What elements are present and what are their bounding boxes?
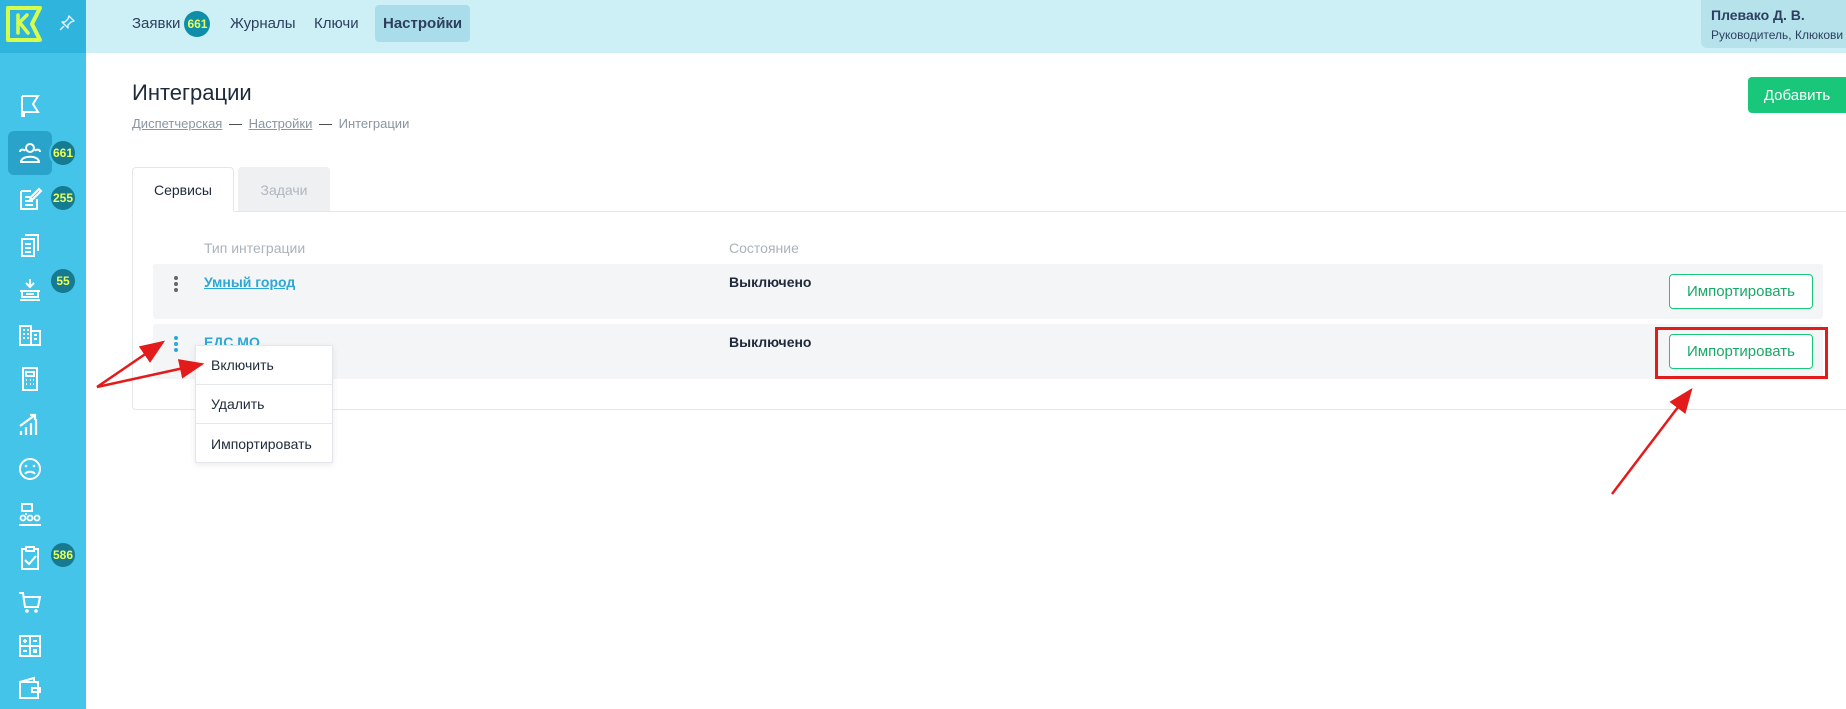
sidebar-item-journal[interactable] [8, 177, 52, 221]
topnav-keys[interactable]: Ключи [306, 5, 367, 42]
sidebar: 661 255 55 586 [0, 0, 86, 709]
sidebar-item-staff[interactable] [8, 492, 52, 536]
edit-document-icon [20, 187, 43, 210]
wallet-icon [19, 676, 41, 699]
flag-icon [21, 95, 40, 117]
sad-face-icon [19, 458, 41, 480]
logo-area [0, 0, 86, 53]
sidebar-item-calculator[interactable] [8, 357, 52, 401]
sidebar-badge-journal: 255 [49, 184, 77, 212]
annotation-highlight-box [1655, 327, 1828, 379]
team-icon [19, 503, 41, 526]
sidebar-item-flag[interactable] [8, 84, 52, 128]
sidebar-badge-requests: 661 [49, 139, 77, 167]
breadcrumb-current: Интеграции [338, 116, 410, 131]
building-icon [19, 325, 41, 346]
top-bar: Заявки 661 Журналы Ключи Настройки Плева… [86, 0, 1846, 53]
table-row [153, 324, 1823, 379]
breadcrumb-separator: — [228, 116, 242, 131]
documents-icon [21, 234, 39, 257]
table-row [153, 264, 1823, 319]
topnav-requests-label: Заявки [132, 15, 181, 32]
page-title: Интеграции [132, 80, 252, 105]
sidebar-item-documents[interactable] [8, 223, 52, 267]
import-button[interactable]: Импортировать [1669, 274, 1813, 309]
sidebar-item-complaints[interactable] [8, 447, 52, 491]
user-name: Плевако Д. В. [1711, 7, 1805, 23]
sidebar-item-analytics[interactable] [8, 402, 52, 446]
sidebar-badge-tasks: 55 [49, 267, 77, 295]
sidebar-item-requests[interactable] [8, 131, 52, 175]
add-button[interactable]: Добавить [1748, 77, 1846, 113]
calculator-icon [22, 367, 38, 391]
row-context-menu: Включить Удалить Импортировать [195, 345, 333, 463]
kebab-menu-icon[interactable] [173, 274, 179, 294]
sidebar-item-finance[interactable] [8, 624, 52, 668]
integration-state: Выключено [729, 274, 812, 290]
topnav-requests-badge: 661 [184, 10, 211, 37]
people-icon [19, 143, 41, 163]
integration-name-link[interactable]: Умный город [204, 274, 295, 290]
sidebar-item-wallet[interactable] [8, 667, 52, 709]
inbox-tray-icon [20, 279, 40, 301]
user-profile[interactable]: Плевако Д. В. Руководитель, Клюкови [1701, 0, 1846, 48]
breadcrumb-separator: — [318, 116, 332, 131]
column-header-state: Состояние [729, 240, 799, 256]
kebab-menu-icon[interactable] [173, 334, 179, 354]
breadcrumb: Диспетчерская — Настройки — Интеграции [132, 116, 409, 131]
topnav-settings[interactable]: Настройки [375, 5, 471, 42]
sidebar-item-shop[interactable] [8, 580, 52, 624]
integration-state: Выключено [729, 334, 812, 350]
sidebar-item-tasks[interactable] [8, 268, 52, 312]
sidebar-badge-checklist: 586 [49, 541, 77, 569]
menu-item-import[interactable]: Импортировать [196, 424, 332, 463]
breadcrumb-dispatch[interactable]: Диспетчерская [132, 116, 222, 131]
sidebar-item-buildings[interactable] [8, 312, 52, 356]
topnav-journals[interactable]: Журналы [222, 5, 304, 42]
topnav-requests[interactable]: Заявки 661 [124, 5, 218, 42]
tab-tasks[interactable]: Задачи [238, 167, 330, 212]
menu-item-delete[interactable]: Удалить [196, 385, 332, 424]
user-role: Руководитель, Клюкови [1711, 28, 1844, 42]
breadcrumb-settings[interactable]: Настройки [249, 116, 313, 131]
logo-icon[interactable] [4, 4, 44, 44]
tab-services[interactable]: Сервисы [132, 167, 234, 212]
menu-item-enable[interactable]: Включить [196, 346, 332, 385]
pin-icon[interactable] [58, 14, 76, 32]
cart-icon [19, 592, 42, 613]
sidebar-item-checklist[interactable] [8, 536, 52, 580]
chart-growth-icon [19, 413, 38, 435]
math-table-icon [19, 635, 41, 657]
clipboard-check-icon [21, 546, 39, 570]
column-header-type: Тип интеграции [204, 240, 306, 256]
